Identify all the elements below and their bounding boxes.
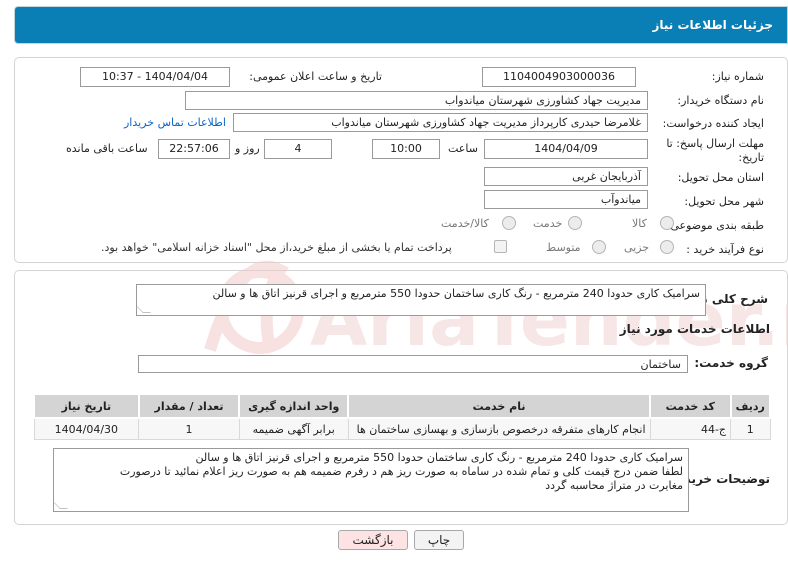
deadline-label: مهلت ارسال پاسخ: تا: [666, 137, 764, 150]
category-service-radio[interactable]: [568, 216, 582, 230]
buyer-org-label: نام دستگاه خریدار:: [677, 94, 764, 107]
need-info-panel: [14, 57, 788, 263]
col-header-code: کد خدمت: [649, 393, 732, 419]
remaining-time-field[interactable]: 22:57:06: [158, 139, 230, 159]
col-header-unit: واحد اندازه گیری: [238, 393, 350, 419]
col-header-qty: تعداد / مقدار: [137, 393, 241, 419]
province-label: استان محل تحویل:: [677, 171, 764, 184]
cell-code: ج-44: [649, 417, 732, 440]
cell-name: انجام کارهای متفرقه درخصوص بازسازی و بهس…: [347, 417, 651, 440]
city-label: شهر محل تحویل:: [684, 195, 764, 208]
buyer-contact-link[interactable]: اطلاعات تماس خریدار: [124, 116, 226, 129]
treasury-payment-checkbox[interactable]: [494, 240, 507, 253]
city-field[interactable]: میاندوآب: [484, 190, 648, 209]
summary-textarea[interactable]: سرامیک کاری حدودا 240 مترمربع - رنگ کاری…: [136, 284, 706, 316]
process-minor-radio[interactable]: [660, 240, 674, 254]
page-title: جزئیات اطلاعات نیاز: [652, 18, 773, 32]
service-group-label: گروه خدمت:: [694, 356, 768, 370]
resize-grip-icon[interactable]: [137, 305, 151, 313]
creator-field[interactable]: غلامرضا حیدری کارپرداز مدیریت جهاد کشاور…: [233, 113, 648, 132]
cell-date: 1404/04/30: [33, 417, 140, 440]
deadline-time-label: ساعت: [448, 142, 478, 155]
category-label: طبقه بندی موضوعی:: [666, 219, 764, 232]
days-label: روز و: [235, 142, 260, 155]
process-minor-label: جزیی: [624, 241, 650, 254]
col-header-name: نام خدمت: [347, 393, 652, 419]
treasury-payment-note: پرداخت تمام یا بخشی از مبلغ خرید،از محل …: [101, 241, 452, 254]
cell-row: 1: [730, 417, 771, 440]
category-goods-label: کالا: [632, 217, 647, 230]
col-header-row: ردیف: [729, 393, 772, 419]
buyer-notes-line-2: لطفا ضمن درج قیمت کلی و تمام شده در ساما…: [119, 465, 683, 478]
buyer-notes-line-3: مغایرت در متراژ محاسبه گردد: [545, 479, 683, 492]
page-header: جزئیات اطلاعات نیاز: [14, 6, 788, 44]
deadline-time-field[interactable]: 10:00: [372, 139, 440, 159]
deadline-label-2: تاریخ:: [738, 151, 764, 164]
category-goods-service-label: کالا/خدمت: [441, 217, 489, 230]
back-button[interactable]: بازگشت: [338, 530, 408, 550]
need-number-label: شماره نیاز:: [711, 70, 764, 83]
process-type-label: نوع فرآیند خرید :: [686, 243, 764, 256]
category-goods-radio[interactable]: [660, 216, 674, 230]
table-row: 1 ج-44 انجام کارهای متفرقه درخصوص بازساز…: [33, 417, 771, 440]
announce-datetime-label: تاریخ و ساعت اعلان عمومی:: [249, 70, 382, 83]
category-goods-service-radio[interactable]: [502, 216, 516, 230]
buyer-notes-textarea[interactable]: سرامیک کاری حدودا 240 مترمربع - رنگ کاری…: [53, 448, 689, 512]
resize-grip-icon[interactable]: [54, 501, 68, 509]
process-medium-label: متوسط: [546, 241, 581, 254]
service-group-field[interactable]: ساختمان: [138, 355, 688, 373]
buyer-org-field[interactable]: مدیریت جهاد کشاورزی شهرستان میاندواب: [185, 91, 648, 110]
cell-qty: 1: [138, 417, 240, 440]
days-remaining-field[interactable]: 4: [264, 139, 332, 159]
category-service-label: خدمت: [533, 217, 563, 230]
services-section-title: اطلاعات خدمات مورد نیاز: [619, 322, 770, 336]
deadline-date-field[interactable]: 1404/04/09: [484, 139, 648, 159]
col-header-date: تاریخ نیاز: [33, 393, 140, 419]
print-button[interactable]: چاپ: [414, 530, 464, 550]
need-number-field[interactable]: 1104004903000036: [482, 67, 636, 87]
announce-datetime-field[interactable]: 1404/04/04 - 10:37: [80, 67, 230, 87]
process-medium-radio[interactable]: [592, 240, 606, 254]
cell-unit: برابر آگهی ضمیمه: [238, 417, 349, 440]
summary-text: سرامیک کاری حدودا 240 مترمربع - رنگ کاری…: [212, 287, 700, 300]
creator-label: ایجاد کننده درخواست:: [662, 117, 764, 130]
province-field[interactable]: آذربایجان غربی: [484, 167, 648, 186]
remaining-time-label: ساعت باقی مانده: [66, 142, 148, 155]
buyer-notes-line-1: سرامیک کاری حدودا 240 مترمربع - رنگ کاری…: [195, 451, 683, 464]
services-table: ردیف کد خدمت نام خدمت واحد اندازه گیری ت…: [33, 393, 772, 440]
